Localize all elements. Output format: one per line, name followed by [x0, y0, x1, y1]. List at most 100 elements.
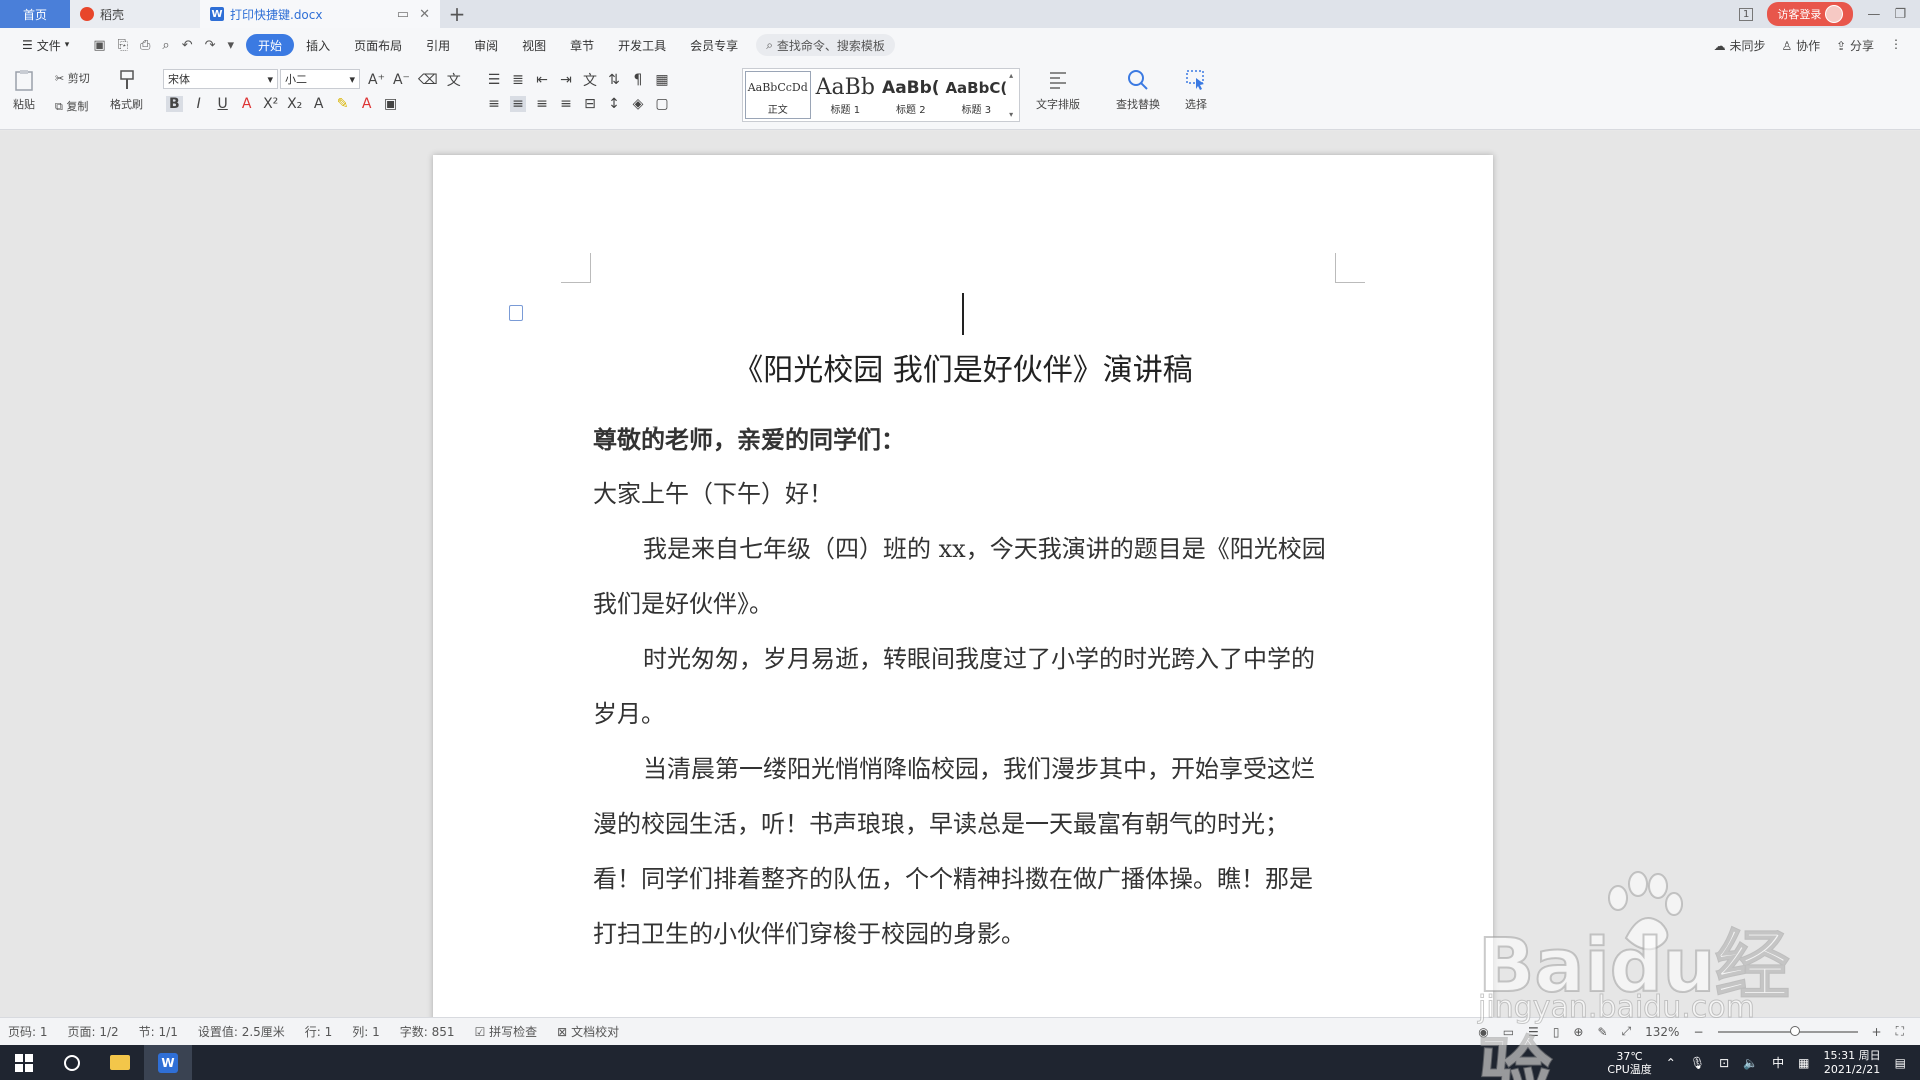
- minimize-icon[interactable]: —: [1867, 7, 1880, 22]
- share-button[interactable]: ⇪ 分享: [1836, 37, 1874, 54]
- style-heading-3[interactable]: AaBbC( 标题 3: [944, 69, 1010, 121]
- font-size-select[interactable]: 小二 ▾: [280, 69, 360, 89]
- more-icon[interactable]: ⋮: [1890, 37, 1902, 54]
- fit-icon[interactable]: ⤢: [1622, 1024, 1632, 1039]
- tab-daoke[interactable]: 稻壳: [70, 0, 200, 28]
- print-icon[interactable]: ⎙: [140, 38, 150, 53]
- paragraph-layout-icon[interactable]: [509, 305, 523, 321]
- command-search-input[interactable]: ⌕ 查找命令、搜索模板: [756, 34, 895, 56]
- superscript-icon[interactable]: X²: [263, 96, 279, 112]
- tab-insert[interactable]: 插入: [294, 34, 342, 56]
- microphone-icon[interactable]: 🎙: [1690, 1056, 1705, 1070]
- status-page[interactable]: 页面: 1/2: [68, 1023, 119, 1040]
- distribute-icon[interactable]: ⊟: [582, 96, 598, 112]
- notification-icon[interactable]: ▤: [1895, 1056, 1906, 1070]
- text-layout-button[interactable]: 文字排版: [1036, 68, 1080, 112]
- tab-section[interactable]: 章节: [558, 34, 606, 56]
- tray-expand-icon[interactable]: ⌃: [1666, 1056, 1676, 1070]
- greeting[interactable]: 大家上午（下午）好！: [593, 467, 1333, 522]
- phonetic-icon[interactable]: 文: [446, 70, 462, 90]
- close-icon[interactable]: ✕: [419, 7, 430, 22]
- clock[interactable]: 15:31 周日 2021/2/21: [1823, 1049, 1880, 1077]
- page-view-icon[interactable]: ▭: [1503, 1025, 1514, 1039]
- cortana-button[interactable]: [48, 1045, 96, 1080]
- network-icon[interactable]: ⊡: [1719, 1056, 1729, 1070]
- decrease-indent-icon[interactable]: ⇤: [534, 72, 550, 88]
- paste-button[interactable]: 粘贴: [12, 68, 36, 112]
- chinese-layout-icon[interactable]: 文: [582, 70, 598, 90]
- font-color-icon[interactable]: A: [359, 96, 375, 112]
- paragraph-2[interactable]: 时光匆匆，岁月易逝，转眼间我度过了小学的时光跨入了中学的岁月。: [593, 632, 1333, 742]
- fullscreen-icon[interactable]: ⛶: [1896, 1024, 1904, 1039]
- tab-start[interactable]: 开始: [246, 34, 295, 56]
- justify-icon[interactable]: ≡: [558, 96, 574, 112]
- tab-developer[interactable]: 开发工具: [606, 34, 678, 56]
- italic-icon[interactable]: I: [191, 96, 207, 112]
- select-button[interactable]: 选择: [1184, 68, 1208, 112]
- zoom-slider-knob[interactable]: [1789, 1025, 1800, 1036]
- file-explorer-button[interactable]: [96, 1045, 144, 1080]
- cpu-temp[interactable]: 37℃ CPU温度: [1607, 1050, 1651, 1076]
- style-heading-2[interactable]: AaBb( 标题 2: [878, 69, 944, 121]
- proofread-button[interactable]: ⊠ 文档校对: [557, 1023, 619, 1040]
- align-right-icon[interactable]: ≡: [534, 96, 550, 112]
- restore-icon[interactable]: ❐: [1894, 7, 1906, 22]
- table-icon[interactable]: ▦: [654, 72, 670, 88]
- export-icon[interactable]: ⎘: [118, 38, 128, 53]
- wps-taskbar-button[interactable]: W: [144, 1045, 192, 1080]
- tab-document[interactable]: W 打印快捷键.docx ▭ ✕: [200, 0, 440, 28]
- visitor-login-button[interactable]: 访客登录: [1767, 2, 1854, 26]
- tab-view[interactable]: 视图: [510, 34, 558, 56]
- zoom-level[interactable]: 132%: [1645, 1025, 1679, 1039]
- style-gallery-scroll[interactable]: ▴ ▾: [1009, 69, 1019, 121]
- outline-view-icon[interactable]: ☰: [1528, 1025, 1539, 1039]
- document-title[interactable]: 《阳光校园 我们是好伙伴》演讲稿: [433, 345, 1493, 389]
- read-view-icon[interactable]: ▯: [1553, 1025, 1560, 1039]
- collab-button[interactable]: ♙ 协作: [1781, 37, 1820, 54]
- tab-references[interactable]: 引用: [414, 34, 462, 56]
- increase-indent-icon[interactable]: ⇥: [558, 72, 574, 88]
- clear-format-icon[interactable]: ⌫: [418, 72, 438, 88]
- tab-review[interactable]: 审阅: [462, 34, 510, 56]
- border-icon[interactable]: ▢: [654, 96, 670, 112]
- save-icon[interactable]: ▣: [93, 38, 105, 53]
- ime-grid-icon[interactable]: ▦: [1798, 1056, 1809, 1070]
- new-tab-button[interactable]: +: [440, 0, 474, 28]
- strikethrough-icon[interactable]: A: [239, 96, 255, 112]
- copy-button[interactable]: ⧉ 复制: [55, 98, 88, 114]
- shading-icon[interactable]: ◈: [630, 96, 646, 112]
- document-canvas[interactable]: I 《阳光校园 我们是好伙伴》演讲稿 尊敬的老师，亲爱的同学们： 大家上午（下午…: [0, 131, 1920, 1025]
- undo-icon[interactable]: ↶: [182, 38, 193, 53]
- pen-icon[interactable]: ✎: [1597, 1025, 1607, 1039]
- cut-button[interactable]: ✂ 剪切: [55, 70, 90, 86]
- eye-protection-icon[interactable]: ◉: [1478, 1025, 1488, 1039]
- text-effect-icon[interactable]: A: [311, 96, 327, 112]
- file-menu[interactable]: ☰ 文件 ▾: [10, 34, 81, 56]
- highlight-icon[interactable]: ✎: [335, 96, 351, 112]
- print-preview-icon[interactable]: ⌕: [162, 38, 169, 53]
- tab-member[interactable]: 会员专享: [678, 34, 750, 56]
- grow-font-icon[interactable]: A⁺: [368, 72, 385, 88]
- ime-indicator[interactable]: 中: [1772, 1054, 1784, 1071]
- find-replace-button[interactable]: 查找替换: [1116, 68, 1160, 112]
- style-heading-1[interactable]: AaBb 标题 1: [813, 69, 879, 121]
- subscript-icon[interactable]: X₂: [287, 96, 303, 112]
- underline-icon[interactable]: U: [215, 96, 231, 112]
- salutation[interactable]: 尊敬的老师，亲爱的同学们：: [593, 412, 1333, 467]
- show-marks-icon[interactable]: ¶: [630, 72, 646, 88]
- paragraph-3[interactable]: 当清晨第一缕阳光悄悄降临校园，我们漫步其中，开始享受这烂漫的校园生活，听！书声琅…: [593, 742, 1333, 962]
- spell-check-button[interactable]: ☑ 拼写检查: [475, 1023, 538, 1040]
- font-name-select[interactable]: 宋体 ▾: [163, 69, 278, 89]
- bold-icon[interactable]: B: [166, 96, 183, 112]
- char-border-icon[interactable]: ▣: [383, 96, 399, 112]
- redo-icon[interactable]: ↷: [205, 38, 216, 53]
- tab-home[interactable]: 首页: [0, 0, 70, 28]
- document-page[interactable]: I 《阳光校园 我们是好伙伴》演讲稿 尊敬的老师，亲爱的同学们： 大家上午（下午…: [433, 155, 1493, 1025]
- align-left-icon[interactable]: ≡: [486, 96, 502, 112]
- zoom-in-icon[interactable]: +: [1872, 1025, 1882, 1039]
- tab-page-layout[interactable]: 页面布局: [342, 34, 414, 56]
- line-spacing-icon[interactable]: ↕: [606, 96, 622, 112]
- sync-button[interactable]: ☁ 未同步: [1714, 37, 1766, 54]
- status-page-code[interactable]: 页码: 1: [8, 1023, 48, 1040]
- shrink-font-icon[interactable]: A⁻: [393, 72, 410, 88]
